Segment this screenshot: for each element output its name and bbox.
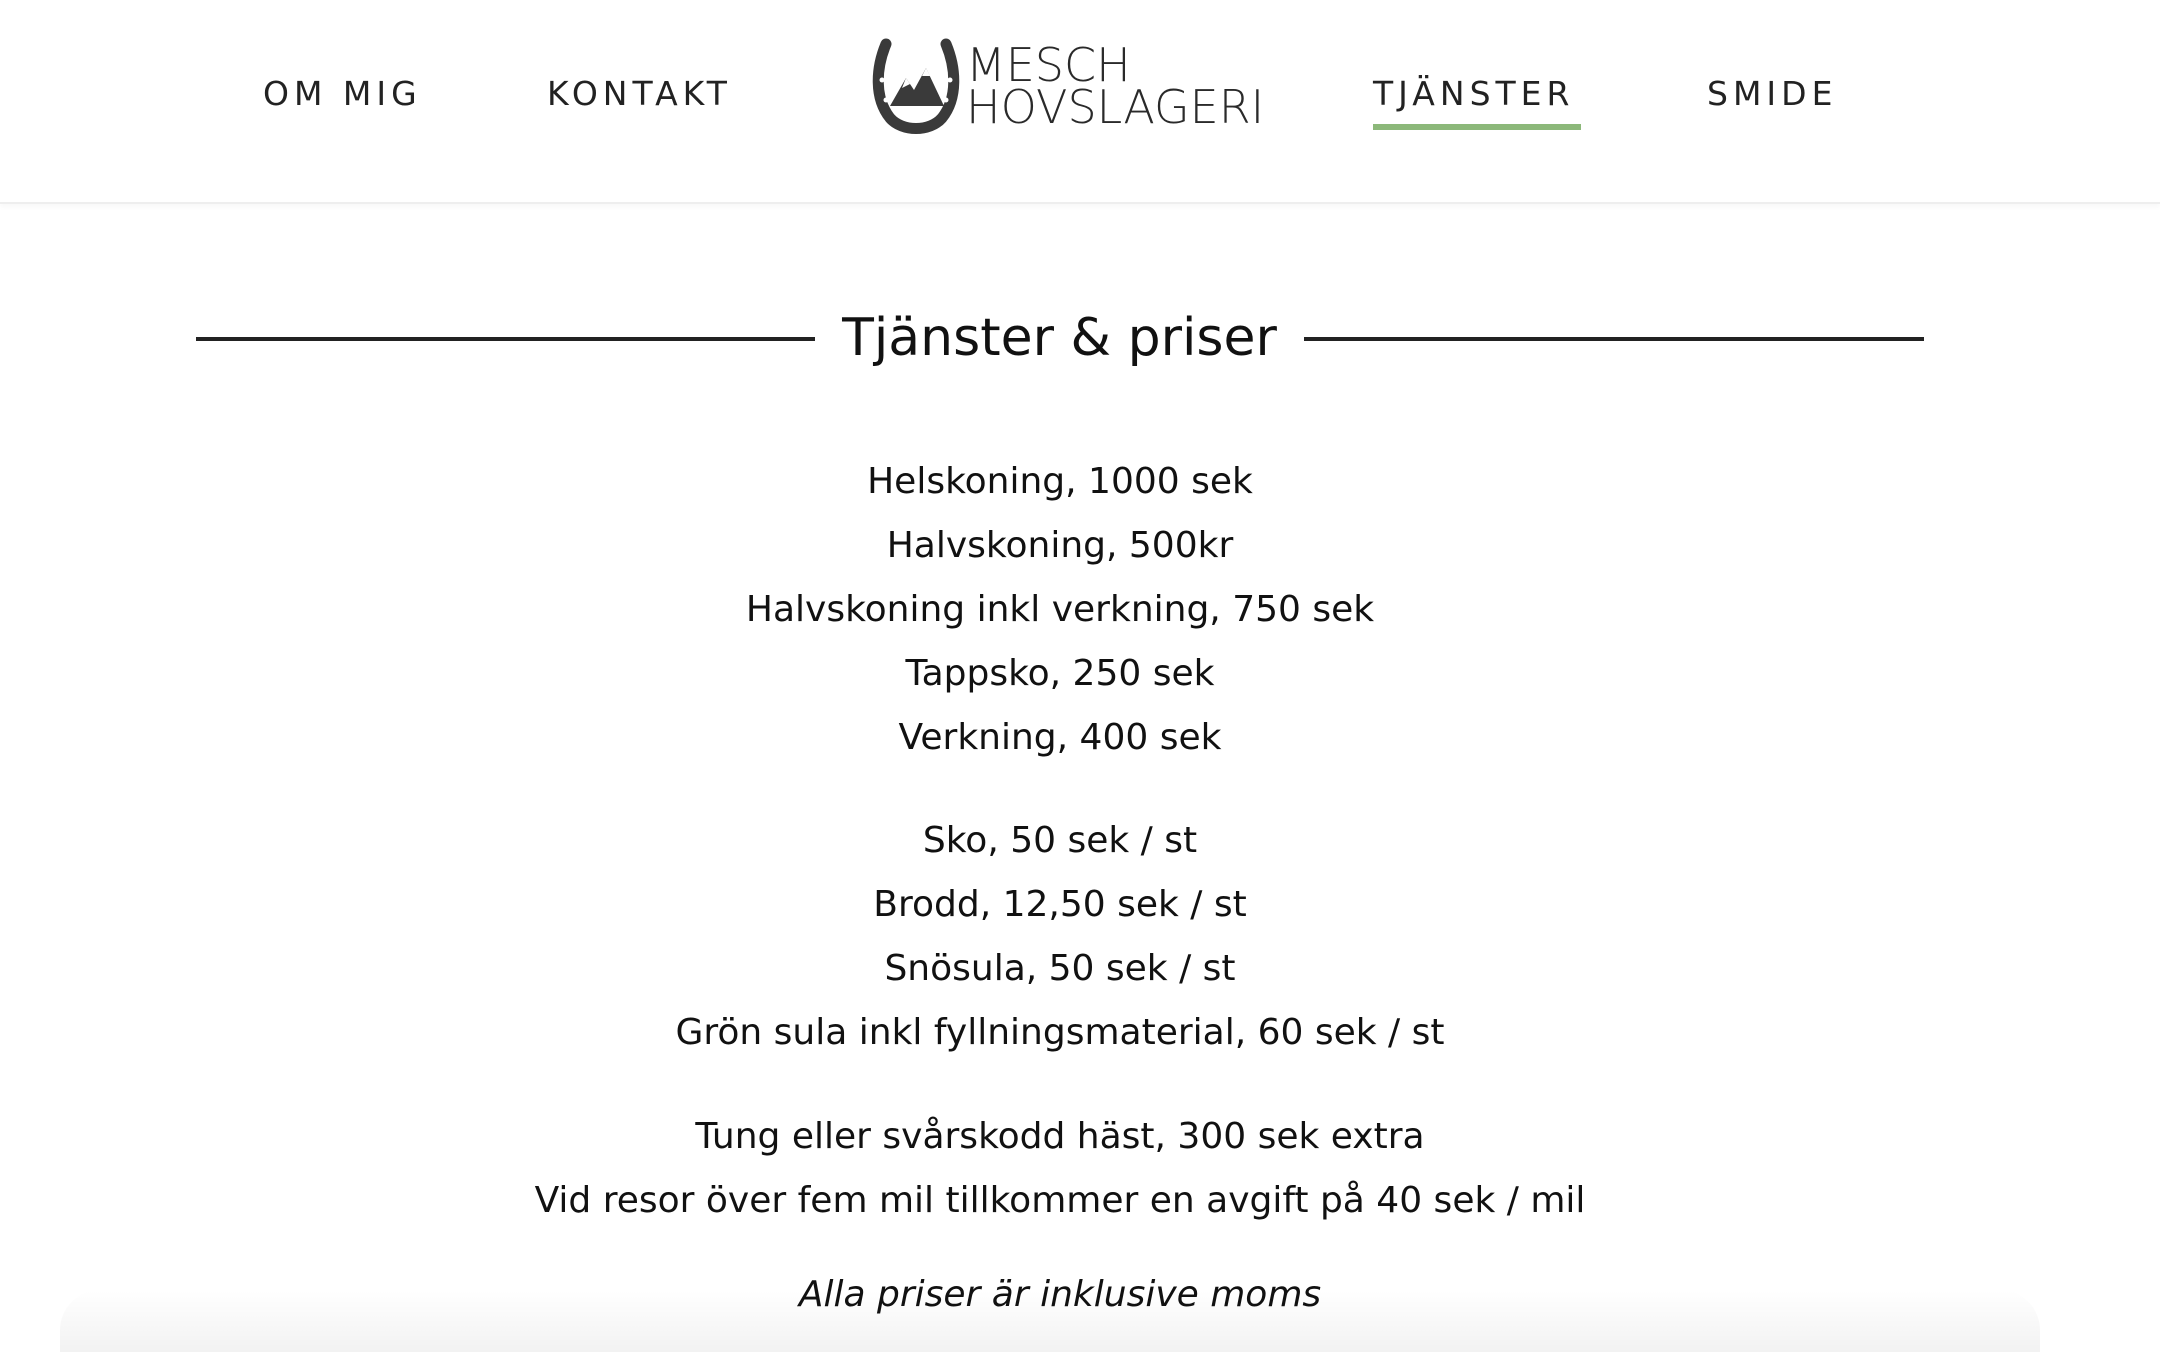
price-item: Snösula, 50 sek / st xyxy=(884,948,1236,989)
title-divider-left xyxy=(196,337,815,341)
title-divider-right xyxy=(1304,337,1924,341)
price-item: Vid resor över fem mil tillkommer en avg… xyxy=(534,1180,1586,1221)
price-item: Brodd, 12,50 sek / st xyxy=(873,884,1247,925)
site-header: OM MIG KONTAKT MESCH HOVSLAGERI TJÄNSTER… xyxy=(0,0,2160,204)
price-item: Halvskoning, 500kr xyxy=(886,525,1234,566)
bottom-shadow xyxy=(60,1290,2040,1352)
section-heading: Tjänster & priser xyxy=(196,302,1924,374)
logo-text-line2: HOVSLAGERI xyxy=(966,80,1265,134)
price-item: Tung eller svårskodd häst, 300 sek extra xyxy=(695,1116,1425,1157)
horseshoe-mountain-icon xyxy=(872,38,960,134)
page-title: Tjänster & priser xyxy=(842,308,1277,368)
price-item: Verkning, 400 sek xyxy=(898,717,1222,758)
site-logo[interactable]: MESCH HOVSLAGERI xyxy=(872,38,1264,140)
nav-active-indicator xyxy=(1373,124,1581,130)
nav-om-mig[interactable]: OM MIG xyxy=(263,74,422,114)
price-item: Grön sula inkl fyllningsmaterial, 60 sek… xyxy=(675,1012,1445,1053)
nav-tjanster[interactable]: TJÄNSTER xyxy=(1373,74,1574,114)
price-item: Tappsko, 250 sek xyxy=(905,653,1215,694)
price-item: Halvskoning inkl verkning, 750 sek xyxy=(745,589,1375,630)
price-item: Sko, 50 sek / st xyxy=(922,820,1198,861)
nav-smide[interactable]: SMIDE xyxy=(1707,74,1837,114)
nav-kontakt[interactable]: KONTAKT xyxy=(547,74,732,114)
price-item: Helskoning, 1000 sek xyxy=(867,461,1253,502)
